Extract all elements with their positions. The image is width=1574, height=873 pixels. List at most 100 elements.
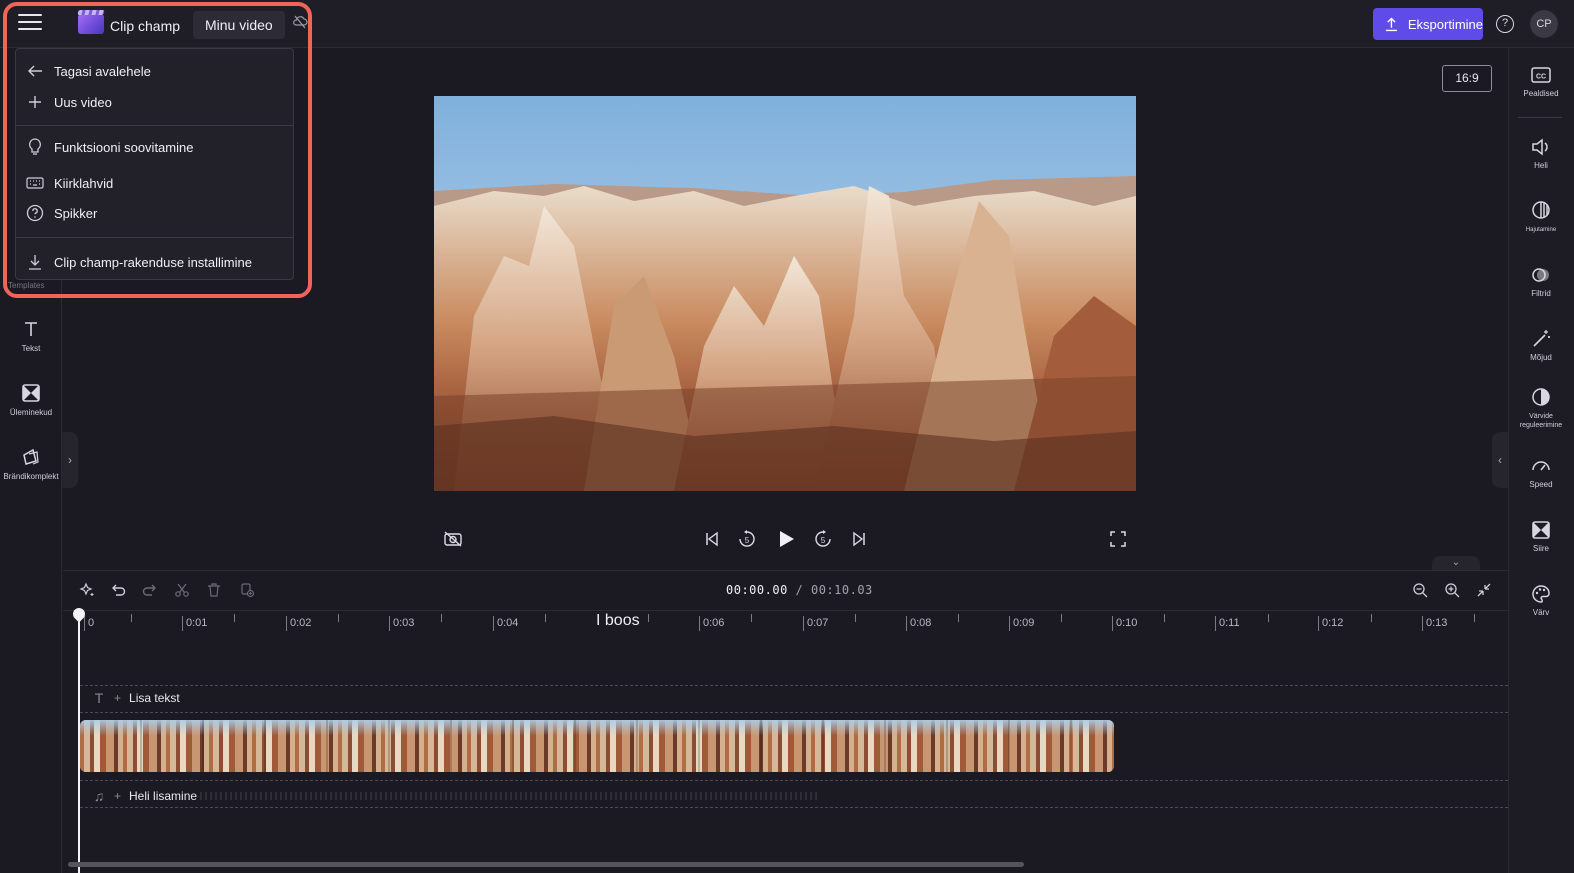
ruler-minor-tick <box>855 614 856 622</box>
audio-waveform-placeholder <box>200 792 820 800</box>
rewind-5s-icon[interactable]: 5 <box>736 528 758 550</box>
help-circle-icon <box>26 204 44 222</box>
undo-icon[interactable] <box>108 580 128 600</box>
collapse-right-panel-chevron-icon[interactable]: ‹ <box>1492 432 1508 488</box>
ruler-minor-tick <box>338 614 339 622</box>
filters-icon <box>1532 268 1549 282</box>
ruler-tick-label: 0:03 <box>389 616 414 631</box>
property-audio[interactable]: Heli <box>1508 136 1574 170</box>
menu-item-feature-request[interactable]: Funktsiooni soovitamine <box>26 136 193 158</box>
ruler-tick-label: 0:11 <box>1215 616 1240 631</box>
forward-5s-icon[interactable]: 5 <box>812 528 834 550</box>
color-adjust-icon <box>1532 388 1550 406</box>
music-note-icon: ♫ <box>93 788 105 804</box>
play-icon[interactable] <box>775 528 797 550</box>
aspect-ratio-button[interactable]: 16:9 <box>1442 65 1492 92</box>
menu-item-label: Funktsiooni soovitamine <box>54 139 194 155</box>
text-icon <box>25 322 37 336</box>
ruler-minor-tick <box>1268 614 1269 622</box>
avatar[interactable]: CP <box>1530 10 1558 38</box>
fullscreen-icon[interactable] <box>1107 528 1129 550</box>
menu-item-install-app[interactable]: Clip champ-rakenduse installimine <box>26 251 252 273</box>
property-color[interactable]: Värv <box>1508 583 1574 617</box>
video-preview[interactable] <box>434 96 1136 491</box>
menu-item-label: Uus video <box>54 94 112 110</box>
download-icon <box>26 253 44 271</box>
ruler-minor-tick <box>648 614 649 622</box>
transition-icon <box>1532 521 1550 539</box>
menu-item-label: Tagasi avalehele <box>54 63 151 79</box>
audio-icon <box>1532 138 1548 156</box>
ruler-minor-tick <box>1164 614 1165 622</box>
palette-icon <box>1532 585 1550 603</box>
property-label: Siire <box>1532 544 1549 553</box>
add-text-button[interactable]: T + Lisa tekst <box>92 690 180 706</box>
property-filters[interactable]: Filtrid <box>1508 264 1574 298</box>
property-fade[interactable]: Hajutamine <box>1508 199 1574 233</box>
main-menu-dropdown: Tagasi avalehele Uus video Funktsiooni s… <box>15 48 294 280</box>
ruler-tick-label: 0:04 <box>493 616 518 631</box>
export-label: Eksportimine <box>1407 16 1483 32</box>
menu-divider <box>16 125 293 126</box>
help-icon[interactable]: ? <box>1496 15 1514 33</box>
add-text-label: Lisa tekst <box>129 691 180 705</box>
screenshot-off-icon[interactable] <box>442 528 464 550</box>
sidebar-item-brand-kit[interactable]: Brändikomplekt <box>0 446 62 481</box>
export-button[interactable]: Eksportimine <box>1373 8 1483 40</box>
delete-icon[interactable] <box>204 580 224 600</box>
text-icon: T <box>94 690 104 706</box>
plus-icon <box>26 93 44 111</box>
menu-item-new-video[interactable]: Uus video <box>26 91 112 113</box>
ruler-minor-tick <box>958 614 959 622</box>
lightbulb-icon <box>26 138 44 156</box>
magic-edit-icon[interactable] <box>77 580 97 600</box>
property-color-adjust[interactable]: Värvide reguleerimine <box>1508 386 1574 429</box>
menu-item-help[interactable]: Spikker <box>26 202 97 224</box>
expand-timeline-chevron-icon[interactable]: ⌄ <box>1432 556 1480 570</box>
current-time: 00:00.00 <box>726 583 788 597</box>
total-time: 00:10.03 <box>810 583 873 597</box>
plus-icon: + <box>114 789 122 803</box>
ruler-tick-label: 0:12 <box>1318 616 1343 631</box>
ruler-tick-label: 0:07 <box>803 616 828 631</box>
ruler-minor-tick <box>234 614 235 622</box>
scissors-icon[interactable] <box>172 580 192 600</box>
brand-kit-icon <box>23 448 39 465</box>
zoom-out-icon[interactable] <box>1410 580 1430 600</box>
add-audio-label: Heli lisamine <box>129 789 198 803</box>
ruler-tick-label: 0:06 <box>699 616 724 631</box>
timecode: 00:00.00 / 00:10.03 <box>726 583 873 597</box>
property-effects[interactable]: Mõjud <box>1508 328 1574 362</box>
sidebar-item-text[interactable]: Tekst <box>0 318 62 353</box>
playhead[interactable] <box>78 616 80 873</box>
text-track[interactable] <box>80 685 1508 713</box>
menu-item-label: Kiirklahvid <box>54 175 114 191</box>
menu-item-back-home[interactable]: Tagasi avalehele <box>26 60 151 82</box>
property-transition[interactable]: Siire <box>1508 519 1574 553</box>
fade-icon <box>1532 201 1550 219</box>
timeline-horizontal-scrollbar[interactable] <box>68 862 1024 867</box>
time-separator: / <box>787 583 811 597</box>
skip-forward-icon[interactable] <box>848 528 870 550</box>
ruler-tick-label: 0:08 <box>906 616 931 631</box>
ruler-minor-tick <box>1474 614 1475 622</box>
video-clip[interactable] <box>80 720 1114 772</box>
add-audio-button[interactable]: ♫ + Heli lisamine <box>92 788 197 804</box>
property-captions[interactable]: CC Pealdised <box>1508 64 1574 98</box>
property-speed[interactable]: Speed <box>1508 455 1574 489</box>
ruler-tick-label: 0:02 <box>286 616 311 631</box>
canyon-landscape-image <box>434 96 1136 491</box>
fit-timeline-icon[interactable] <box>1474 580 1494 600</box>
duplicate-icon[interactable] <box>237 580 257 600</box>
skip-back-icon[interactable] <box>701 528 723 550</box>
collapse-left-panel-chevron-icon[interactable]: › <box>62 432 78 488</box>
zoom-in-icon[interactable] <box>1442 580 1462 600</box>
redo-icon[interactable] <box>140 580 160 600</box>
clip-thumbnails <box>80 720 1114 772</box>
ruler-minor-tick <box>1061 614 1062 622</box>
speed-icon <box>1532 461 1550 471</box>
menu-item-shortcuts[interactable]: Kiirklahvid <box>26 172 113 194</box>
sidebar-item-transitions[interactable]: Üleminekud <box>0 382 62 417</box>
timeline-ruler[interactable] <box>63 610 1508 636</box>
property-label: Hajutamine <box>1525 227 1557 233</box>
